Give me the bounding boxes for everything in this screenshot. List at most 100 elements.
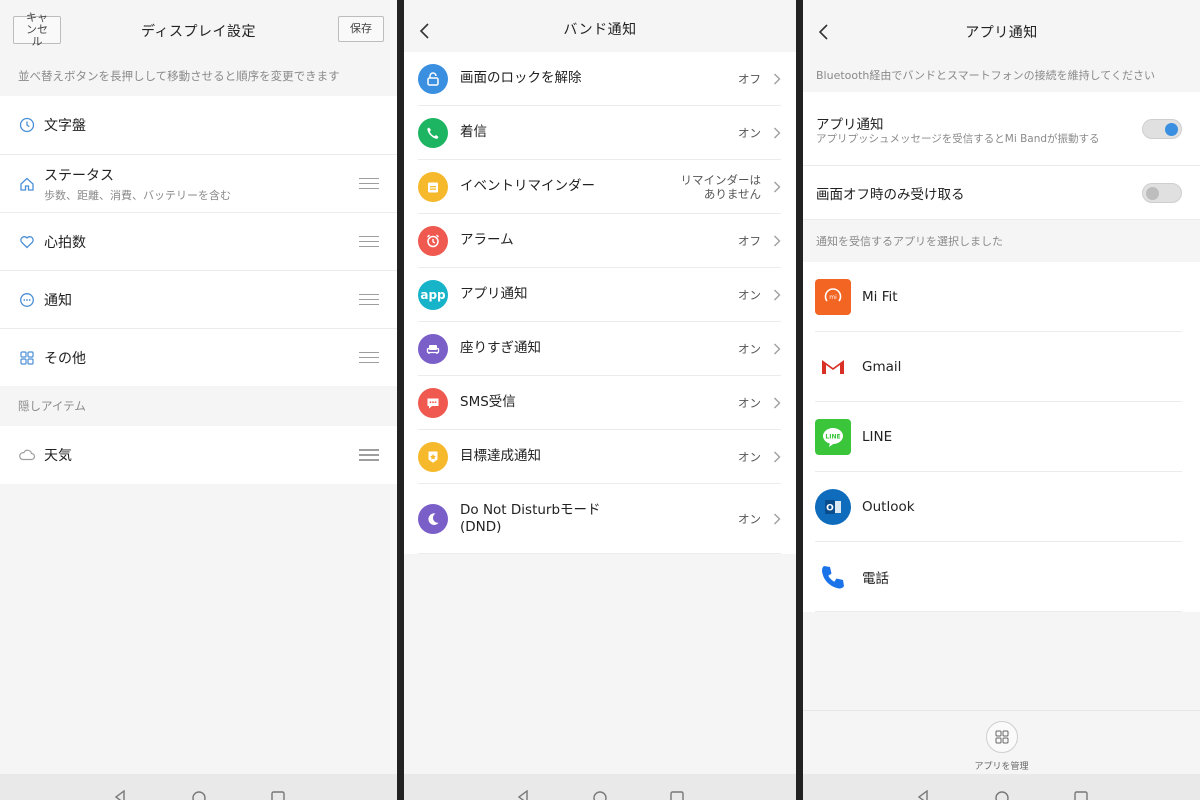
chevron-right-icon (774, 73, 781, 84)
alarm-icon (418, 225, 448, 256)
row-label: SMS受信 (460, 394, 516, 410)
nav-back-icon[interactable] (915, 786, 931, 800)
bluetooth-hint: Bluetooth経由でバンドとスマートフォンの接続を維持してください (816, 69, 1155, 82)
sofa-icon (418, 333, 448, 364)
android-nav-bar (803, 774, 1200, 800)
grid-icon (995, 730, 1008, 744)
item-label: 通知 (44, 292, 72, 309)
app-row-gmail[interactable]: Gmail (803, 332, 1200, 402)
toggle-sublabel: アプリプッシュメッセージを受信するとMi Bandが振動する (816, 132, 1100, 145)
sms-icon (418, 387, 448, 418)
app-label: Gmail (862, 359, 902, 375)
app-notification-switch[interactable] (1142, 118, 1182, 139)
top-bar: バンド通知 (404, 6, 796, 52)
outlook-icon: O (815, 489, 851, 525)
nav-home-icon[interactable] (191, 786, 207, 800)
app-row-mifit[interactable]: mi Mi Fit (803, 262, 1200, 332)
row-idle-alert[interactable]: 座りすぎ通知 オン (418, 322, 781, 376)
back-arrow-icon[interactable] (817, 23, 833, 41)
drag-handle[interactable] (359, 293, 379, 306)
drag-handle[interactable] (359, 449, 379, 461)
row-value: リマインダーは ありません (681, 173, 762, 201)
badge-icon (418, 441, 448, 472)
display-item-status[interactable]: ステータス 歩数、距離、消費、バッテリーを含む (0, 154, 397, 212)
row-alarm[interactable]: アラーム オフ (418, 214, 781, 268)
manage-apps-label: アプリを管理 (974, 762, 1029, 772)
cancel-label: キャンセル (26, 11, 48, 48)
row-do-not-disturb[interactable]: Do Not Disturbモード (DND) オン (418, 484, 781, 554)
chevron-right-icon (774, 181, 781, 192)
toggle-label: 画面オフ時のみ受け取る (816, 186, 965, 203)
display-item-notification[interactable]: 通知 (0, 270, 397, 328)
row-label: イベントリマインダー (460, 178, 595, 194)
item-label: その他 (44, 350, 86, 367)
nav-home-icon[interactable] (994, 786, 1010, 800)
gmail-icon (815, 349, 851, 385)
item-label: 心拍数 (44, 234, 86, 251)
row-value: オン (738, 449, 761, 464)
reorder-hint: 並べ替えボタンを長押しして移動させると順序を変更できます (18, 69, 340, 83)
screen-off-only-switch[interactable] (1142, 182, 1182, 203)
grid-icon (18, 349, 36, 367)
toggle-row-screen-off-only: 画面オフ時のみ受け取る (803, 166, 1200, 220)
row-value: オフ (738, 71, 761, 86)
row-value: オン (738, 287, 761, 302)
row-value-line1: リマインダーは (680, 172, 762, 187)
drag-handle[interactable] (359, 351, 379, 364)
row-sms[interactable]: SMS受信 オン (418, 376, 781, 430)
top-bar: アプリ通知 (803, 6, 1200, 58)
phone-call-icon (815, 559, 851, 595)
app-label: Outlook (862, 499, 915, 515)
row-incoming-call[interactable]: 着信 オン (418, 106, 781, 160)
nav-back-icon[interactable] (515, 786, 531, 800)
nav-recents-icon[interactable] (669, 786, 685, 800)
row-label-line1: Do Not Disturbモード (460, 501, 601, 518)
item-label: 文字盤 (44, 118, 86, 134)
row-event-reminder[interactable]: イベントリマインダー リマインダーは ありません (418, 160, 781, 214)
band-notification-list: 画面のロックを解除 オフ 着信 オン イベントリマインダー リマインダーは ありま… (404, 52, 796, 554)
app-row-phone[interactable]: 電話 (803, 542, 1200, 612)
manage-apps-button[interactable] (985, 721, 1018, 753)
app-row-line[interactable]: LINE LINE (803, 402, 1200, 472)
drag-handle[interactable] (359, 235, 379, 248)
page-title: アプリ通知 (965, 25, 1038, 41)
display-item-heart-rate[interactable]: 心拍数 (0, 212, 397, 270)
svg-text:LINE: LINE (825, 434, 840, 441)
app-row-outlook[interactable]: O Outlook (803, 472, 1200, 542)
screenshot-collage: キャンセル ディスプレイ設定 保存 並べ替えボタンを長押しして移動させると順序を… (0, 0, 1200, 800)
app-notification-toggles: アプリ通知 アプリプッシュメッセージを受信するとMi Bandが振動する 画面オ… (803, 92, 1200, 220)
toggle-row-app-notification: アプリ通知 アプリプッシュメッセージを受信するとMi Bandが振動する (803, 92, 1200, 166)
row-goal-achieved[interactable]: 目標達成通知 オン (418, 430, 781, 484)
save-button[interactable]: 保存 (338, 16, 384, 42)
page-title: ディスプレイ設定 (140, 24, 257, 40)
band-notification-screen: バンド通知 画面のロックを解除 オフ 着信 オン イベントリマインダー リマイン… (404, 0, 796, 800)
row-label: Do Not Disturbモード (DND) (460, 502, 738, 536)
display-item-watchface[interactable]: 文字盤 (0, 96, 397, 154)
row-value: オン (738, 125, 761, 140)
row-unlock-screen[interactable]: 画面のロックを解除 オフ (418, 52, 781, 106)
android-nav-bar (404, 774, 796, 800)
back-arrow-icon[interactable] (418, 22, 434, 40)
switch-knob (1165, 122, 1178, 136)
display-item-other[interactable]: その他 (0, 328, 397, 386)
row-label: 座りすぎ通知 (460, 340, 541, 356)
nav-recents-icon[interactable] (270, 786, 286, 800)
row-value: オン (738, 511, 761, 526)
row-label: アプリ通知 (460, 286, 528, 302)
nav-home-icon[interactable] (592, 786, 608, 800)
save-label: 保存 (350, 22, 372, 35)
nav-back-icon[interactable] (112, 786, 128, 800)
manage-apps-bar: アプリを管理 (803, 710, 1200, 774)
calendar-icon (418, 171, 448, 202)
nav-recents-icon[interactable] (1073, 786, 1089, 800)
cancel-button[interactable]: キャンセル (13, 12, 61, 48)
row-app-notification[interactable]: app アプリ通知 オン (418, 268, 781, 322)
app-label: LINE (862, 429, 893, 445)
heart-icon (18, 233, 36, 251)
chevron-right-icon (774, 289, 781, 300)
hidden-item-weather[interactable]: 天気 (0, 426, 397, 484)
drag-handle[interactable] (359, 177, 379, 190)
chat-bubble-icon (18, 291, 36, 309)
item-label: ステータス (44, 167, 114, 184)
row-value: オフ (738, 233, 761, 248)
